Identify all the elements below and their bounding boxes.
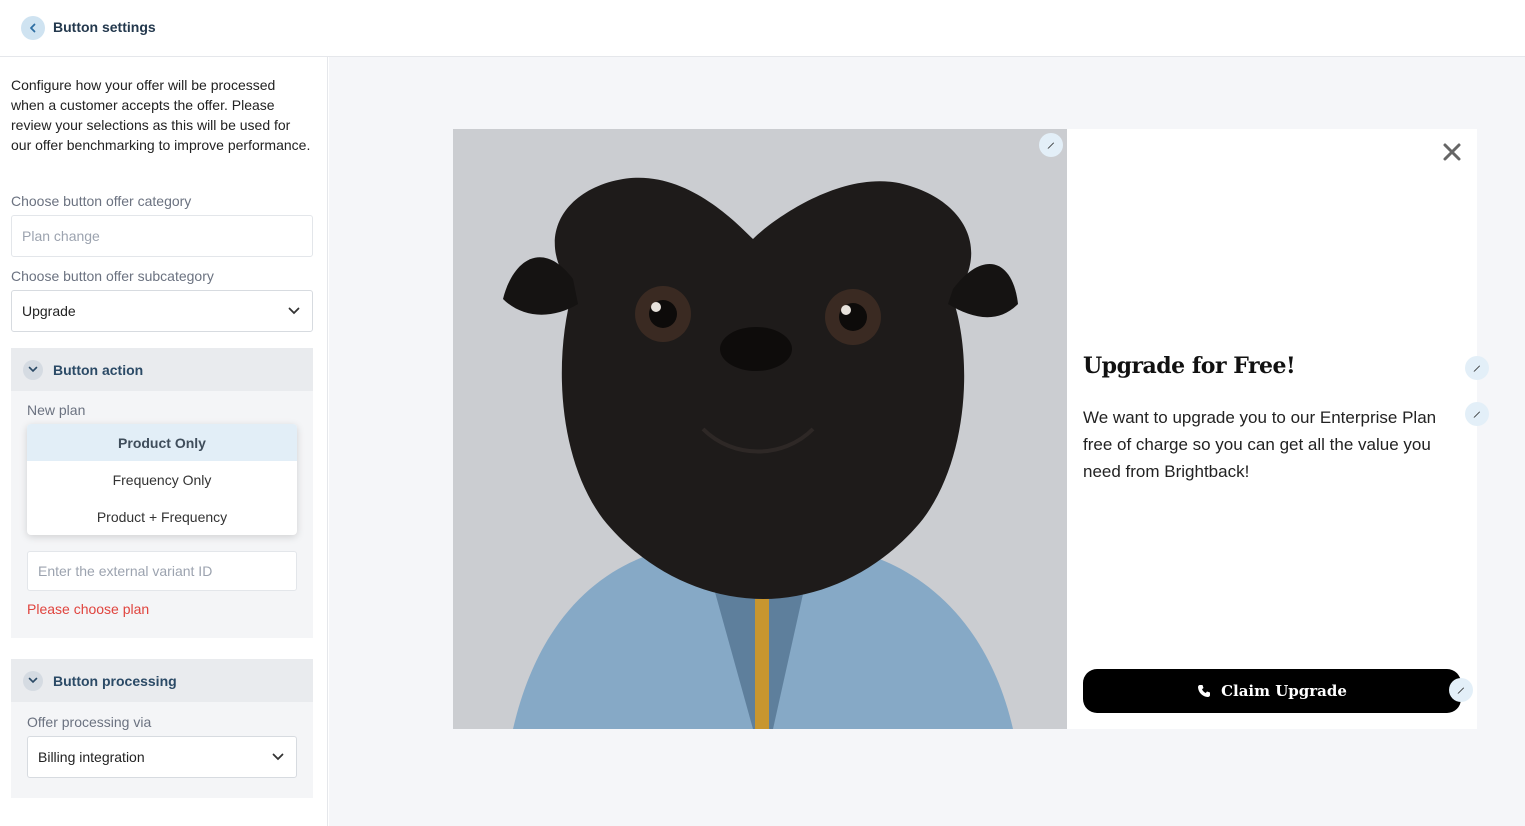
- offer-body-text: We want to upgrade you to our Enterprise…: [1083, 408, 1437, 481]
- offer-heading: Upgrade for Free!: [1083, 353, 1296, 379]
- top-bar: Button settings: [0, 0, 1525, 57]
- variant-placeholder: Enter the external variant ID: [38, 563, 213, 579]
- cta-label: Claim Upgrade: [1221, 682, 1347, 700]
- plan-dropdown-menu: Product Only Frequency Only Product + Fr…: [27, 424, 297, 535]
- chevron-down-icon: [28, 366, 38, 373]
- plan-error-message: Please choose plan: [27, 601, 150, 617]
- dropdown-option-frequency-only[interactable]: Frequency Only: [27, 461, 297, 498]
- processing-select[interactable]: Billing integration: [27, 736, 297, 778]
- button-processing-section: Button processing Offer processing via B…: [11, 659, 313, 798]
- collapse-button[interactable]: [23, 670, 43, 691]
- close-icon[interactable]: [1441, 141, 1463, 163]
- processing-value: Billing integration: [38, 749, 145, 765]
- pencil-icon: [1457, 687, 1464, 694]
- edit-body-button[interactable]: [1465, 402, 1489, 426]
- new-plan-label: New plan: [27, 402, 86, 418]
- subcategory-value: Upgrade: [22, 303, 76, 319]
- pencil-icon: [1473, 411, 1480, 418]
- category-input[interactable]: Plan change: [11, 215, 313, 257]
- button-action-section: Button action New plan Product Only Freq…: [11, 348, 313, 638]
- phone-icon: [1198, 685, 1211, 697]
- subcategory-select[interactable]: Upgrade: [11, 290, 313, 332]
- settings-sidebar: Configure how your offer will be process…: [0, 57, 328, 826]
- page-title: Button settings: [53, 19, 156, 35]
- section-title: Button action: [53, 361, 144, 378]
- chevron-left-icon: [30, 23, 36, 33]
- back-button[interactable]: [21, 16, 45, 40]
- intro-text: Configure how your offer will be process…: [11, 77, 311, 153]
- preview-canvas: Upgrade for Free! We want to upgrade you…: [329, 57, 1525, 826]
- offer-image: [453, 129, 1067, 729]
- button-processing-header[interactable]: Button processing: [11, 659, 313, 702]
- dropdown-option-product-frequency[interactable]: Product + Frequency: [27, 498, 297, 535]
- edit-cta-button[interactable]: [1449, 678, 1473, 702]
- dropdown-option-product-only[interactable]: Product Only: [27, 424, 297, 461]
- processing-label: Offer processing via: [27, 714, 152, 730]
- chevron-down-icon: [288, 307, 300, 315]
- pencil-icon: [1047, 142, 1054, 149]
- pencil-icon: [1473, 365, 1480, 372]
- chevron-down-icon: [272, 753, 284, 761]
- section-title: Button processing: [53, 672, 177, 689]
- edit-image-button[interactable]: [1039, 133, 1063, 157]
- claim-upgrade-button[interactable]: Claim Upgrade: [1083, 669, 1461, 713]
- chevron-down-icon: [28, 677, 38, 684]
- button-action-header[interactable]: Button action: [11, 348, 313, 391]
- category-placeholder: Plan change: [22, 228, 100, 244]
- category-label: Choose button offer category: [11, 193, 192, 209]
- offer-modal-preview: Upgrade for Free! We want to upgrade you…: [453, 129, 1489, 729]
- subcategory-label: Choose button offer subcategory: [11, 268, 214, 284]
- edit-heading-button[interactable]: [1465, 356, 1489, 380]
- collapse-button[interactable]: [23, 359, 43, 380]
- external-variant-id-input[interactable]: Enter the external variant ID: [27, 551, 297, 591]
